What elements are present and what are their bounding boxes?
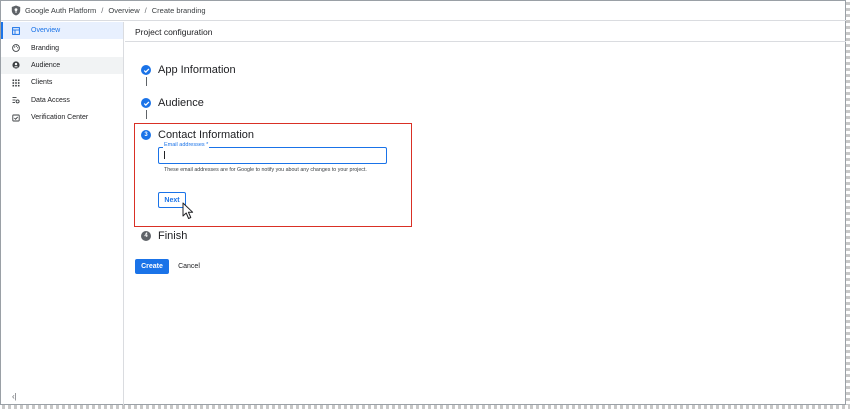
shield-icon — [11, 5, 21, 16]
sidebar-item-clients[interactable]: Clients — [1, 74, 123, 91]
palette-icon — [12, 44, 20, 52]
sidebar-item-overview[interactable]: Overview — [1, 22, 123, 40]
step-audience[interactable]: Audience — [141, 97, 204, 109]
step-number-badge: 3 — [141, 130, 151, 140]
browser-frame: Google Auth Platform / Overview / Create… — [0, 0, 846, 405]
torn-edge-bottom — [2, 405, 850, 409]
torn-edge-right — [846, 2, 850, 408]
sidebar-item-label: Clients — [31, 79, 53, 87]
sidebar-item-label: Data Access — [31, 96, 70, 104]
email-field-label: Email addresses * — [163, 142, 210, 148]
step-title: App Information — [158, 64, 236, 76]
sidebar-item-label: Overview — [31, 27, 61, 35]
data-access-icon — [12, 97, 20, 104]
email-input[interactable] — [159, 152, 386, 167]
step-finish[interactable]: 4 Finish — [141, 230, 187, 242]
person-icon — [12, 61, 20, 70]
mouse-pointer-icon — [182, 202, 194, 219]
sidebar-item-label: Branding — [31, 44, 60, 52]
step-number-badge: 4 — [141, 231, 151, 241]
email-field[interactable]: Email addresses * — [158, 142, 387, 167]
breadcrumb-separator: / — [101, 6, 104, 15]
step-title: Contact Information — [158, 129, 254, 141]
sidebar-item-audience[interactable]: Audience — [1, 56, 123, 75]
check-icon — [141, 98, 151, 108]
step-title: Audience — [158, 97, 204, 109]
main-content: Project configuration App Information Au… — [125, 22, 846, 405]
create-button[interactable]: Create — [135, 259, 169, 274]
breadcrumb: Google Auth Platform / Overview / Create… — [1, 1, 846, 21]
text-caret — [164, 151, 165, 159]
grid-icon — [12, 79, 20, 87]
page-title: Project configuration — [125, 22, 846, 42]
breadcrumb-item-create-branding: Create branding — [151, 6, 206, 15]
sidebar-item-data-access[interactable]: Data Access — [1, 92, 123, 109]
sidebar-item-label: Audience — [31, 61, 61, 69]
collapse-sidebar-icon[interactable]: ‹| — [12, 392, 17, 401]
step-app-information[interactable]: App Information — [141, 64, 236, 76]
dashboard-icon — [12, 26, 20, 35]
breadcrumb-item-auth-platform[interactable]: Google Auth Platform — [25, 6, 96, 15]
email-hint: These email addresses are for Google to … — [164, 167, 367, 173]
sidebar-item-branding[interactable]: Branding — [1, 39, 123, 56]
sidebar-item-verification-center[interactable]: Verification Center — [1, 109, 123, 126]
sidebar-item-label: Verification Center — [31, 114, 89, 122]
breadcrumb-separator: / — [144, 6, 147, 15]
verification-icon — [12, 114, 20, 122]
check-icon — [141, 65, 151, 75]
step-connector — [146, 110, 147, 119]
sidebar: Overview Branding Audience Clients Data … — [1, 22, 124, 405]
cancel-button[interactable]: Cancel — [175, 259, 203, 274]
step-title: Finish — [158, 230, 188, 242]
step-connector — [146, 77, 147, 86]
step-contact-information[interactable]: 3 Contact Information — [141, 129, 254, 141]
breadcrumb-item-overview[interactable]: Overview — [108, 6, 139, 15]
